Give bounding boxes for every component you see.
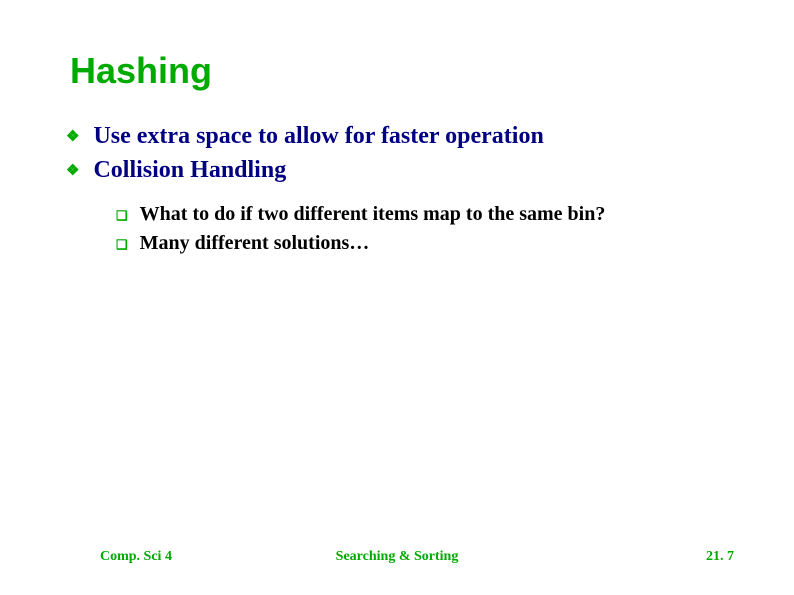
list-item-text: Use extra space to allow for faster oper… <box>93 120 543 152</box>
footer-center: Searching & Sorting <box>336 549 459 565</box>
list-item-text: Collision Handling <box>93 154 286 186</box>
list-item: ❖ Collision Handling <box>66 154 734 186</box>
square-bullet-icon: ❑ <box>116 236 128 254</box>
diamond-bullet-icon: ❖ <box>66 161 79 181</box>
list-item-text: Many different solutions… <box>140 230 370 257</box>
slide: Hashing ❖ Use extra space to allow for f… <box>0 0 794 595</box>
slide-title: Hashing <box>70 50 734 92</box>
slide-footer: Comp. Sci 4 Searching & Sorting 21. 7 <box>0 549 794 565</box>
bullet-list-level2: ❑ What to do if two different items map … <box>116 201 734 257</box>
diamond-bullet-icon: ❖ <box>66 127 79 147</box>
bullet-list-level1: ❖ Use extra space to allow for faster op… <box>66 120 734 257</box>
footer-right: 21. 7 <box>706 549 734 565</box>
list-item: ❖ Use extra space to allow for faster op… <box>66 120 734 152</box>
footer-left: Comp. Sci 4 <box>100 549 172 565</box>
list-item: ❑ What to do if two different items map … <box>116 201 734 228</box>
list-item: ❑ Many different solutions… <box>116 230 734 257</box>
list-item-text: What to do if two different items map to… <box>140 201 606 228</box>
square-bullet-icon: ❑ <box>116 207 128 225</box>
